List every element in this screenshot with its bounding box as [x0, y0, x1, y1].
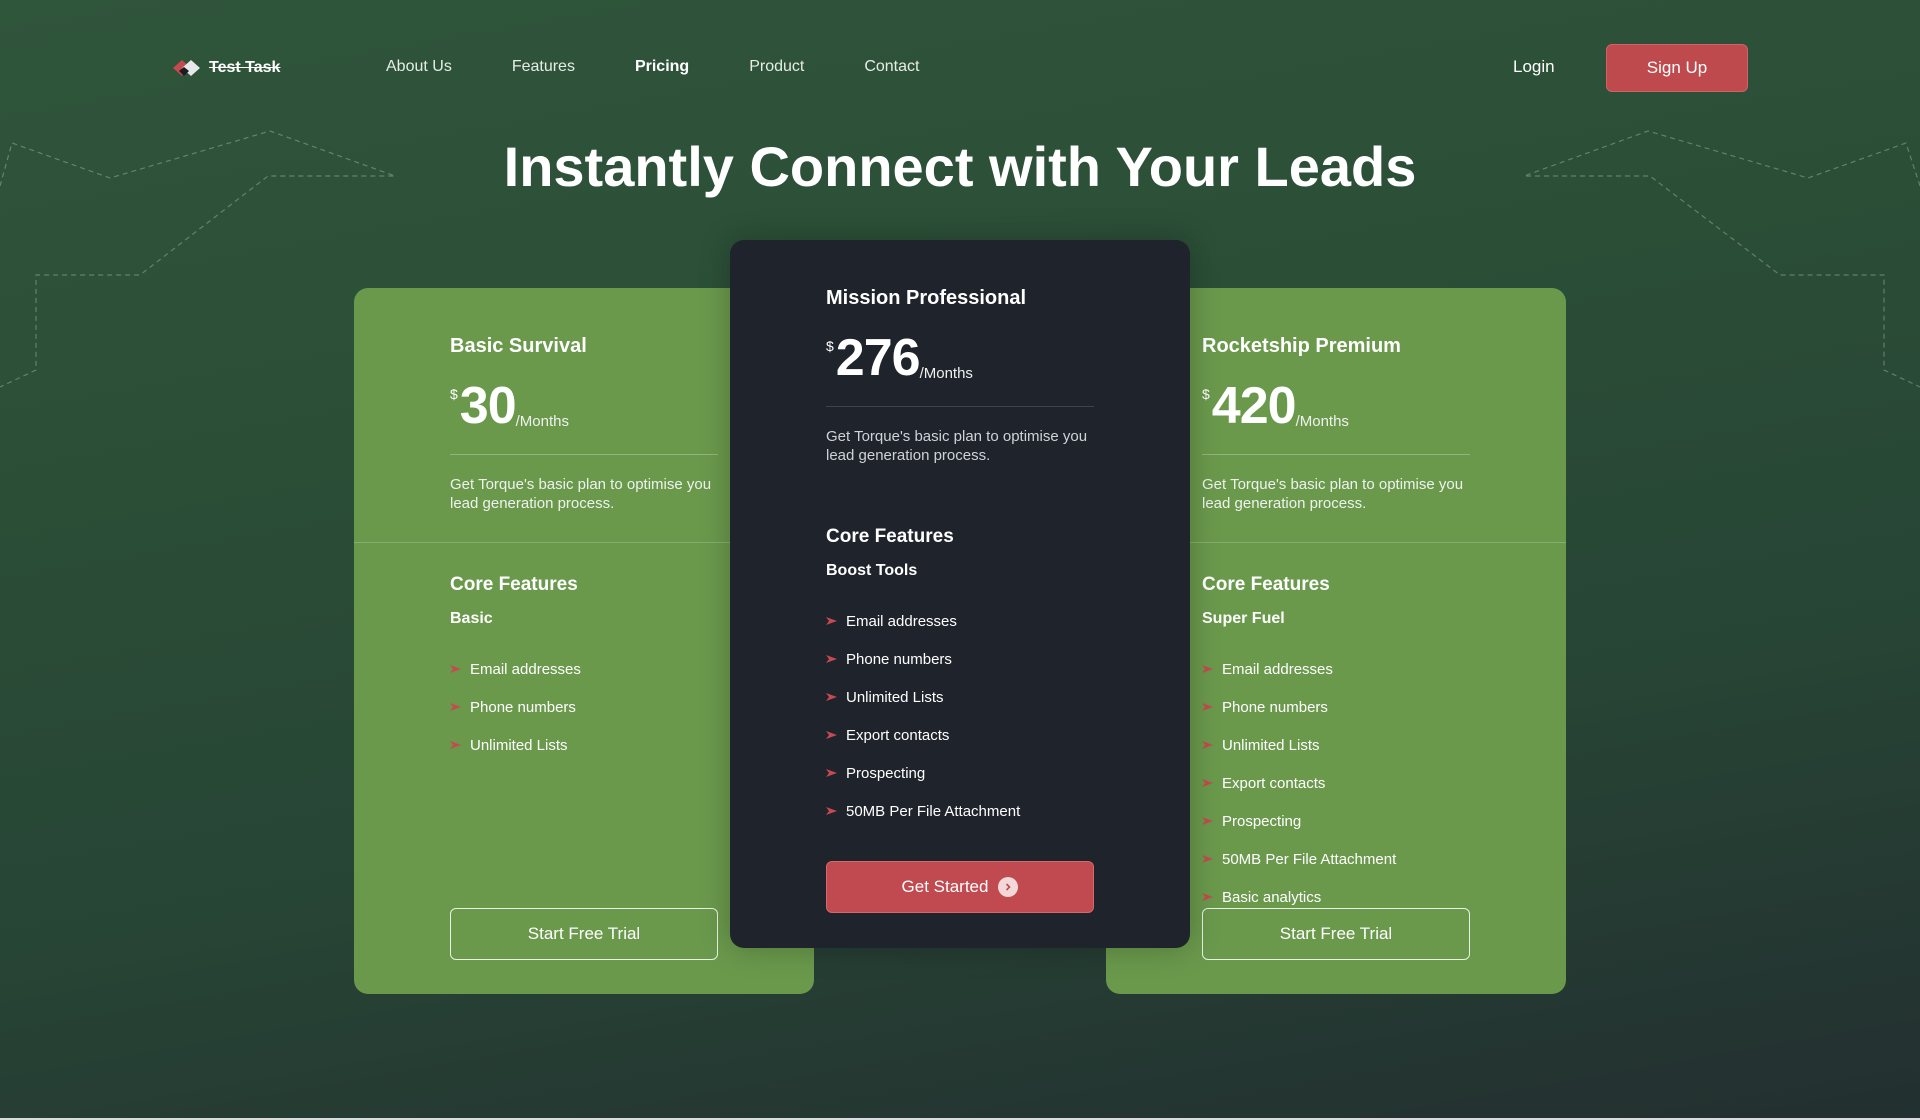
plan-description: Get Torque's basic plan to optimise you …: [450, 476, 712, 512]
feature-label: 50MB Per File Attachment: [1222, 850, 1397, 868]
logo[interactable]: Test Task: [173, 57, 280, 79]
pricing-card-professional: Mission Professional $ 276 /Months Get T…: [730, 240, 1190, 948]
arrow-icon: [826, 617, 837, 625]
arrow-icon: [1202, 703, 1213, 711]
feature-item: Phone numbers: [826, 640, 1020, 678]
start-free-trial-button[interactable]: Start Free Trial: [1202, 908, 1470, 960]
price-period: /Months: [919, 365, 973, 382]
plan-price: $ 276 /Months: [826, 332, 973, 384]
nav-about-us[interactable]: About Us: [386, 58, 452, 76]
nav-pricing[interactable]: Pricing: [635, 58, 689, 76]
arrow-icon: [450, 703, 461, 711]
feature-item: Email addresses: [450, 650, 581, 688]
feature-label: Phone numbers: [846, 650, 952, 668]
top-navigation: Test Task About Us Features Pricing Prod…: [0, 0, 1920, 140]
plan-tier: Boost Tools: [826, 562, 918, 579]
feature-label: Unlimited Lists: [470, 736, 568, 754]
arrow-icon: [1202, 893, 1213, 901]
arrow-icon: [1202, 665, 1213, 673]
divider: [1190, 542, 1566, 543]
core-features-title: Core Features: [450, 574, 578, 595]
arrow-icon: [826, 769, 837, 777]
plan-price: $ 30 /Months: [450, 380, 569, 432]
signup-button[interactable]: Sign Up: [1606, 44, 1748, 92]
core-features-title: Core Features: [1202, 574, 1330, 595]
feature-item: Unlimited Lists: [826, 678, 1020, 716]
feature-label: Email addresses: [1222, 660, 1333, 678]
arrow-icon: [826, 655, 837, 663]
price-currency: $: [1202, 386, 1210, 402]
nav-product[interactable]: Product: [749, 58, 804, 76]
divider: [450, 454, 718, 455]
feature-item: Unlimited Lists: [450, 726, 581, 764]
login-link[interactable]: Login: [1513, 57, 1555, 77]
start-free-trial-button[interactable]: Start Free Trial: [450, 908, 718, 960]
logo-text: Test Task: [209, 59, 281, 76]
feature-label: Export contacts: [846, 726, 950, 744]
feature-item: Prospecting: [1202, 802, 1396, 840]
feature-item: Email addresses: [826, 602, 1020, 640]
feature-item: Phone numbers: [1202, 688, 1396, 726]
arrow-icon: [826, 807, 837, 815]
plan-tier: Super Fuel: [1202, 610, 1285, 627]
price-currency: $: [826, 338, 834, 354]
price-amount: 420: [1211, 377, 1297, 435]
price-amount: 276: [835, 329, 921, 387]
divider: [826, 406, 1094, 407]
feature-list: Email addresses Phone numbers Unlimited …: [826, 602, 1020, 830]
feature-label: Unlimited Lists: [846, 688, 944, 706]
divider: [1202, 454, 1470, 455]
feature-label: 50MB Per File Attachment: [846, 802, 1021, 820]
price-period: /Months: [515, 413, 569, 430]
divider: [354, 542, 734, 543]
feature-label: Email addresses: [470, 660, 581, 678]
get-started-button[interactable]: Get Started: [826, 861, 1094, 913]
arrow-icon: [450, 665, 461, 673]
feature-item: 50MB Per File Attachment: [1202, 840, 1396, 878]
feature-item: Prospecting: [826, 754, 1020, 792]
nav-contact[interactable]: Contact: [864, 58, 919, 76]
plan-description: Get Torque's basic plan to optimise you …: [826, 428, 1088, 464]
nav-features[interactable]: Features: [512, 58, 575, 76]
feature-label: Email addresses: [846, 612, 957, 630]
plan-name: Mission Professional: [826, 287, 1027, 309]
core-features-title: Core Features: [826, 526, 954, 547]
plan-name: Basic Survival: [450, 335, 587, 357]
chevron-right-icon: [998, 877, 1019, 897]
feature-list: Email addresses Phone numbers Unlimited …: [1202, 650, 1396, 916]
arrow-icon: [1202, 855, 1213, 863]
arrow-icon: [1202, 817, 1213, 825]
feature-label: Unlimited Lists: [1222, 736, 1320, 754]
feature-list: Email addresses Phone numbers Unlimited …: [450, 650, 581, 764]
main-nav: About Us Features Pricing Product Contac…: [386, 58, 979, 76]
logo-icon: [173, 60, 200, 76]
feature-label: Prospecting: [846, 764, 926, 782]
feature-item: Phone numbers: [450, 688, 581, 726]
feature-item: Export contacts: [826, 716, 1020, 754]
arrow-icon: [826, 693, 837, 701]
price-currency: $: [450, 386, 458, 402]
feature-item: Unlimited Lists: [1202, 726, 1396, 764]
arrow-icon: [450, 741, 461, 749]
feature-label: Export contacts: [1222, 774, 1326, 792]
plan-description: Get Torque's basic plan to optimise you …: [1202, 476, 1464, 512]
feature-label: Phone numbers: [1222, 698, 1328, 716]
feature-label: Phone numbers: [470, 698, 576, 716]
arrow-icon: [1202, 741, 1213, 749]
price-period: /Months: [1295, 413, 1349, 430]
plan-tier: Basic: [450, 610, 493, 627]
arrow-icon: [1202, 779, 1213, 787]
get-started-label: Get Started: [901, 877, 989, 896]
page-title: Instantly Connect with Your Leads: [503, 135, 1417, 198]
feature-label: Basic analytics: [1222, 888, 1322, 906]
arrow-icon: [826, 731, 837, 739]
plan-price: $ 420 /Months: [1202, 380, 1349, 432]
feature-item: Email addresses: [1202, 650, 1396, 688]
feature-item: Export contacts: [1202, 764, 1396, 802]
feature-item: 50MB Per File Attachment: [826, 792, 1020, 830]
feature-label: Prospecting: [1222, 812, 1302, 830]
plan-name: Rocketship Premium: [1202, 335, 1401, 357]
price-amount: 30: [459, 377, 517, 435]
